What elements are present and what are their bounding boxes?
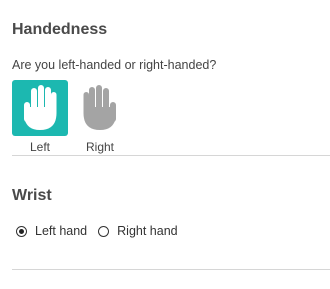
wrist-radio-group: Left hand Right hand (16, 224, 189, 238)
handedness-title: Handedness (12, 21, 108, 38)
radio-circle[interactable] (16, 225, 27, 237)
wrist-right-label: Right hand (117, 224, 178, 238)
wrist-right-radio[interactable]: Right hand (98, 224, 178, 238)
right-hand-tile[interactable] (72, 80, 128, 136)
right-hand-option[interactable]: Right (72, 80, 128, 154)
left-hand-option[interactable]: Left (12, 80, 68, 154)
handedness-question: Are you left-handed or right-handed? (12, 58, 217, 72)
hand-icon (24, 85, 57, 130)
section-divider (12, 155, 330, 156)
wrist-left-radio[interactable]: Left hand (16, 224, 87, 238)
hand-icon (83, 85, 116, 130)
left-hand-tile[interactable] (12, 80, 68, 136)
wrist-left-label: Left hand (35, 224, 88, 238)
wrist-title: Wrist (12, 187, 52, 204)
section-divider (12, 269, 330, 270)
left-hand-label: Left (29, 140, 50, 154)
radio-circle[interactable] (98, 225, 110, 237)
radio-selected-dot (19, 228, 24, 234)
right-hand-label: Right (85, 140, 114, 154)
